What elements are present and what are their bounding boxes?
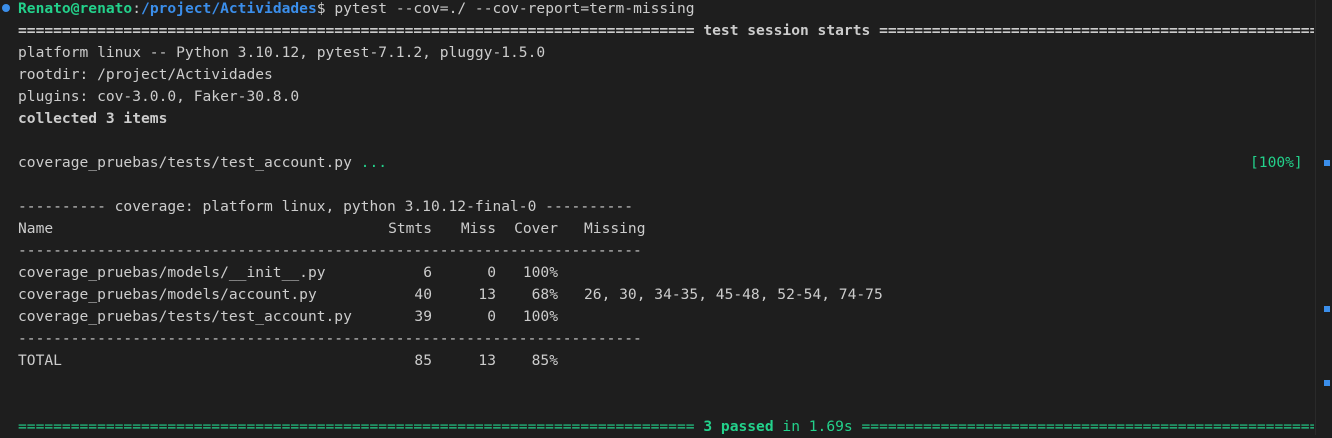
table-rule-bottom: ----------------------------------------… xyxy=(18,330,642,347)
prompt-line: Renato@renato:/project/Actividades$ pyte… xyxy=(18,0,695,20)
header-name: Name xyxy=(18,220,54,237)
collected-line: collected 3 items xyxy=(18,110,168,127)
test-file-name: coverage_pruebas/tests/test_account.py xyxy=(18,154,352,171)
scrollbar-marker xyxy=(1324,306,1330,312)
row-missing: 26, 30, 34-35, 45-48, 52-54, 74-75 xyxy=(584,286,883,303)
row-stmts: 39 xyxy=(414,308,432,325)
summary-rule-left: ========================================… xyxy=(18,418,695,435)
prompt-path: /project/Actividades xyxy=(141,0,317,17)
row-name: coverage_pruebas/tests/test_account.py xyxy=(18,308,352,325)
test-progress-percent: [100%] xyxy=(1250,154,1303,171)
row-cover: 100% xyxy=(522,264,558,281)
platform-line: platform linux -- Python 3.10.12, pytest… xyxy=(18,44,546,61)
session-rule-right: ========================================… xyxy=(879,22,1314,39)
row-name: coverage_pruebas/models/account.py xyxy=(18,286,317,303)
rootdir-line: rootdir: /project/Actividades xyxy=(18,66,273,83)
row-cover: 68% xyxy=(531,286,558,303)
table-total-row: TOTAL 85 13 85% xyxy=(18,350,718,372)
total-name: TOTAL xyxy=(18,352,62,369)
row-miss: 0 xyxy=(487,308,496,325)
terminal-output[interactable]: Renato@renato:/project/Actividades$ pyte… xyxy=(0,0,1316,435)
header-cover: Cover xyxy=(514,220,558,237)
row-name: coverage_pruebas/models/__init__.py xyxy=(18,264,326,281)
header-miss: Miss xyxy=(460,220,496,237)
row-stmts: 6 xyxy=(423,264,432,281)
table-row: coverage_pruebas/models/__init__.py 6 0 … xyxy=(18,262,918,284)
coverage-header: ---------- coverage: platform linux, pyt… xyxy=(18,198,634,215)
plugins-line: plugins: cov-3.0.0, Faker-30.8.0 xyxy=(18,88,300,105)
scrollbar-marker xyxy=(1324,380,1330,386)
row-miss: 0 xyxy=(487,264,496,281)
table-rule-top: ----------------------------------------… xyxy=(18,242,642,259)
prompt-user-host: Renato@renato xyxy=(18,0,133,17)
command-status-icon[interactable] xyxy=(2,4,10,12)
session-start-rule: ========================================… xyxy=(18,20,1314,42)
row-cover: 100% xyxy=(522,308,558,325)
summary-rule-right: ========================================… xyxy=(861,418,1315,435)
header-missing: Missing xyxy=(584,220,646,237)
row-miss: 13 xyxy=(478,286,496,303)
table-row: coverage_pruebas/tests/test_account.py 3… xyxy=(18,306,918,328)
terminal-scrollbar[interactable] xyxy=(1315,0,1332,435)
total-stmts: 85 xyxy=(414,352,432,369)
test-file-dots: ... xyxy=(351,154,388,171)
header-stmts: Stmts xyxy=(388,220,432,237)
total-miss: 13 xyxy=(478,352,496,369)
test-file-line: coverage_pruebas/tests/test_account.py .… xyxy=(18,152,1308,174)
prompt-separator: : xyxy=(132,0,142,17)
summary-passed: 3 passed xyxy=(694,418,774,435)
total-cover: 85% xyxy=(531,352,558,369)
coverage-table-header: Name Stmts Miss Cover Missing xyxy=(18,218,718,240)
session-title: test session starts xyxy=(694,22,880,39)
scrollbar-marker xyxy=(1324,160,1330,166)
table-row: coverage_pruebas/models/account.py 40 13… xyxy=(18,284,918,306)
session-rule-left: ========================================… xyxy=(18,22,695,39)
row-stmts: 40 xyxy=(414,286,432,303)
summary-time: in 1.69s xyxy=(773,418,862,435)
prompt-command: pytest --cov=./ --cov-report=term-missin… xyxy=(325,0,695,17)
prompt-dollar: $ xyxy=(316,0,326,17)
